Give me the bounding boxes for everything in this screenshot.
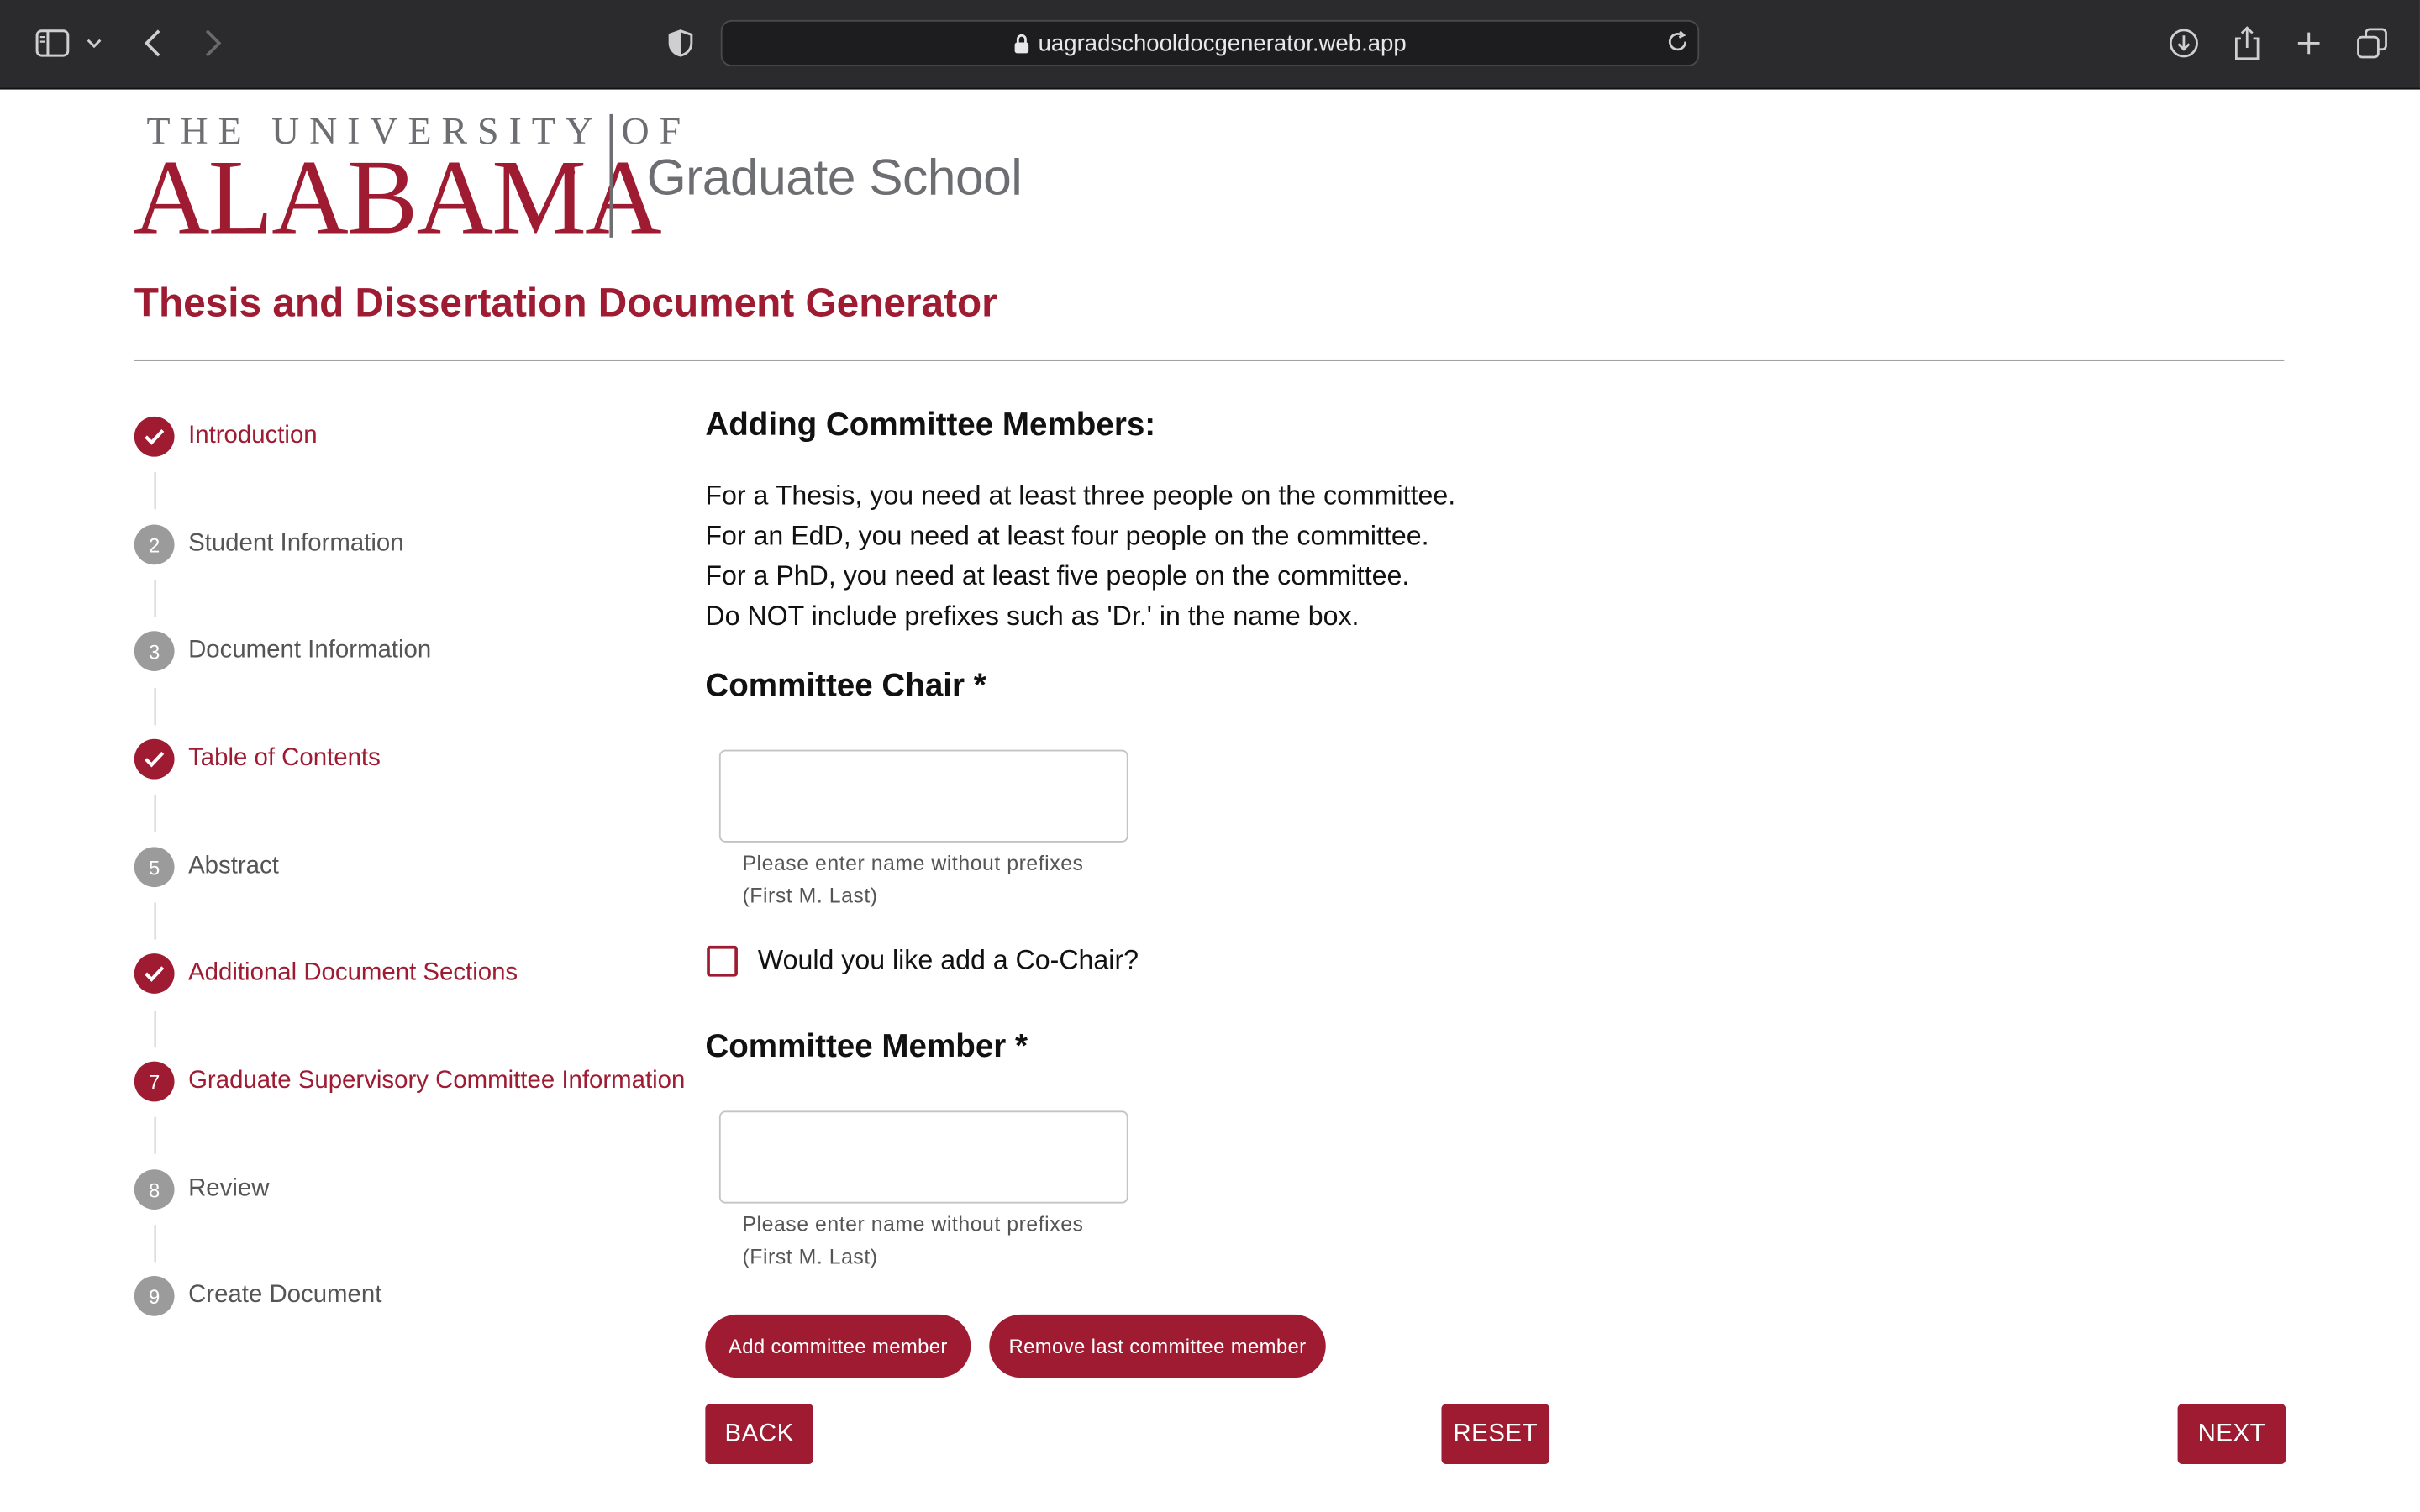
- step-abstract[interactable]: 5 Abstract: [134, 847, 279, 888]
- step-label: Abstract: [188, 853, 279, 879]
- share-icon[interactable]: [2226, 22, 2269, 65]
- step-label: Document Information: [188, 637, 432, 664]
- step-number: 9: [134, 1275, 175, 1316]
- step-introduction[interactable]: Introduction: [134, 416, 318, 457]
- section-heading: Adding Committee Members:: [705, 407, 1156, 444]
- step-connector: [154, 1116, 156, 1154]
- page-title: Thesis and Dissertation Document Generat…: [134, 279, 997, 326]
- url-text: uagradschooldocgenerator.web.app: [1038, 30, 1407, 57]
- next-button[interactable]: NEXT: [2177, 1404, 2286, 1465]
- address-bar[interactable]: uagradschooldocgenerator.web.app: [720, 19, 1700, 66]
- step-number: 8: [134, 1169, 175, 1210]
- step-table-of-contents[interactable]: Table of Contents: [134, 738, 381, 780]
- instruction-line: For a PhD, you need at least five people…: [705, 559, 1410, 591]
- step-connector: [154, 1225, 156, 1263]
- co-chair-label[interactable]: Would you like add a Co-Chair?: [758, 944, 1139, 977]
- lock-icon: [1013, 34, 1028, 60]
- step-connector: [154, 580, 156, 617]
- tab-overview-icon[interactable]: [2350, 22, 2393, 65]
- step-label: Additional Document Sections: [188, 959, 518, 986]
- step-number: 5: [134, 847, 175, 888]
- reload-icon[interactable]: [1665, 29, 1690, 62]
- reset-button[interactable]: RESET: [1441, 1404, 1550, 1465]
- helper-line: Please enter name without prefixes: [742, 851, 1084, 875]
- step-connector: [154, 794, 156, 832]
- step-label: Graduate Supervisory Committee Informati…: [188, 1067, 686, 1095]
- checkmark-icon: [134, 953, 175, 994]
- committee-member-input[interactable]: [718, 1110, 1128, 1204]
- shield-icon[interactable]: [659, 22, 702, 65]
- logo-graduate-school: Graduate School: [646, 148, 1023, 206]
- checkmark-icon: [134, 416, 175, 457]
- back-button[interactable]: BACK: [705, 1404, 813, 1465]
- step-connector: [154, 1011, 156, 1048]
- helper-line: Please enter name without prefixes: [742, 1212, 1084, 1236]
- step-label: Student Information: [188, 530, 404, 558]
- instruction-line: For an EdD, you need at least four peopl…: [705, 519, 1429, 551]
- step-connector: [154, 688, 156, 726]
- instruction-line: Do NOT include prefixes such as 'Dr.' in…: [705, 600, 1360, 632]
- committee-chair-heading: Committee Chair *: [705, 668, 986, 704]
- committee-member-heading: Committee Member *: [705, 1029, 1028, 1065]
- step-connector: [154, 472, 156, 510]
- step-additional-document-sections[interactable]: Additional Document Sections: [134, 953, 518, 994]
- step-label: Introduction: [188, 423, 318, 449]
- step-label: Table of Contents: [188, 745, 381, 772]
- helper-line: (First M. Last): [742, 1245, 878, 1268]
- step-label: Create Document: [188, 1282, 382, 1309]
- chevron-down-icon[interactable]: [77, 22, 111, 65]
- remove-last-committee-member-button[interactable]: Remove last committee member: [989, 1314, 1326, 1378]
- browser-toolbar: uagradschooldocgenerator.web.app: [0, 0, 2420, 90]
- step-create-document[interactable]: 9 Create Document: [134, 1275, 382, 1316]
- new-tab-icon[interactable]: [2287, 22, 2330, 65]
- step-student-information[interactable]: 2 Student Information: [134, 524, 404, 565]
- logo-alabama: ALABAMA: [132, 139, 662, 256]
- step-review[interactable]: 8 Review: [134, 1169, 270, 1210]
- committee-chair-input[interactable]: [718, 749, 1128, 843]
- co-chair-checkbox[interactable]: [707, 945, 738, 977]
- step-number: 3: [134, 631, 175, 671]
- logo-divider: [609, 113, 613, 238]
- step-number: 2: [134, 524, 175, 565]
- step-number: 7: [134, 1061, 175, 1102]
- add-committee-member-button[interactable]: Add committee member: [705, 1314, 971, 1378]
- chair-helper-text: Please enter name without prefixes (Firs…: [742, 847, 1083, 911]
- download-icon[interactable]: [2162, 22, 2205, 65]
- step-document-information[interactable]: 3 Document Information: [134, 631, 431, 671]
- helper-line: (First M. Last): [742, 884, 878, 907]
- member-helper-text: Please enter name without prefixes (Firs…: [742, 1208, 1083, 1273]
- step-label: Review: [188, 1175, 270, 1202]
- sidebar-toggle-icon[interactable]: [31, 22, 74, 65]
- logo-registered-mark: ®: [565, 165, 576, 181]
- instruction-line: For a Thesis, you need at least three pe…: [705, 480, 1456, 511]
- header-divider: [134, 359, 2285, 361]
- back-arrow-icon[interactable]: [131, 22, 174, 65]
- step-connector: [154, 902, 156, 940]
- checkmark-icon: [134, 738, 175, 780]
- step-graduate-supervisory-committee[interactable]: 7 Graduate Supervisory Committee Informa…: [134, 1061, 686, 1102]
- forward-arrow-icon[interactable]: [192, 22, 234, 65]
